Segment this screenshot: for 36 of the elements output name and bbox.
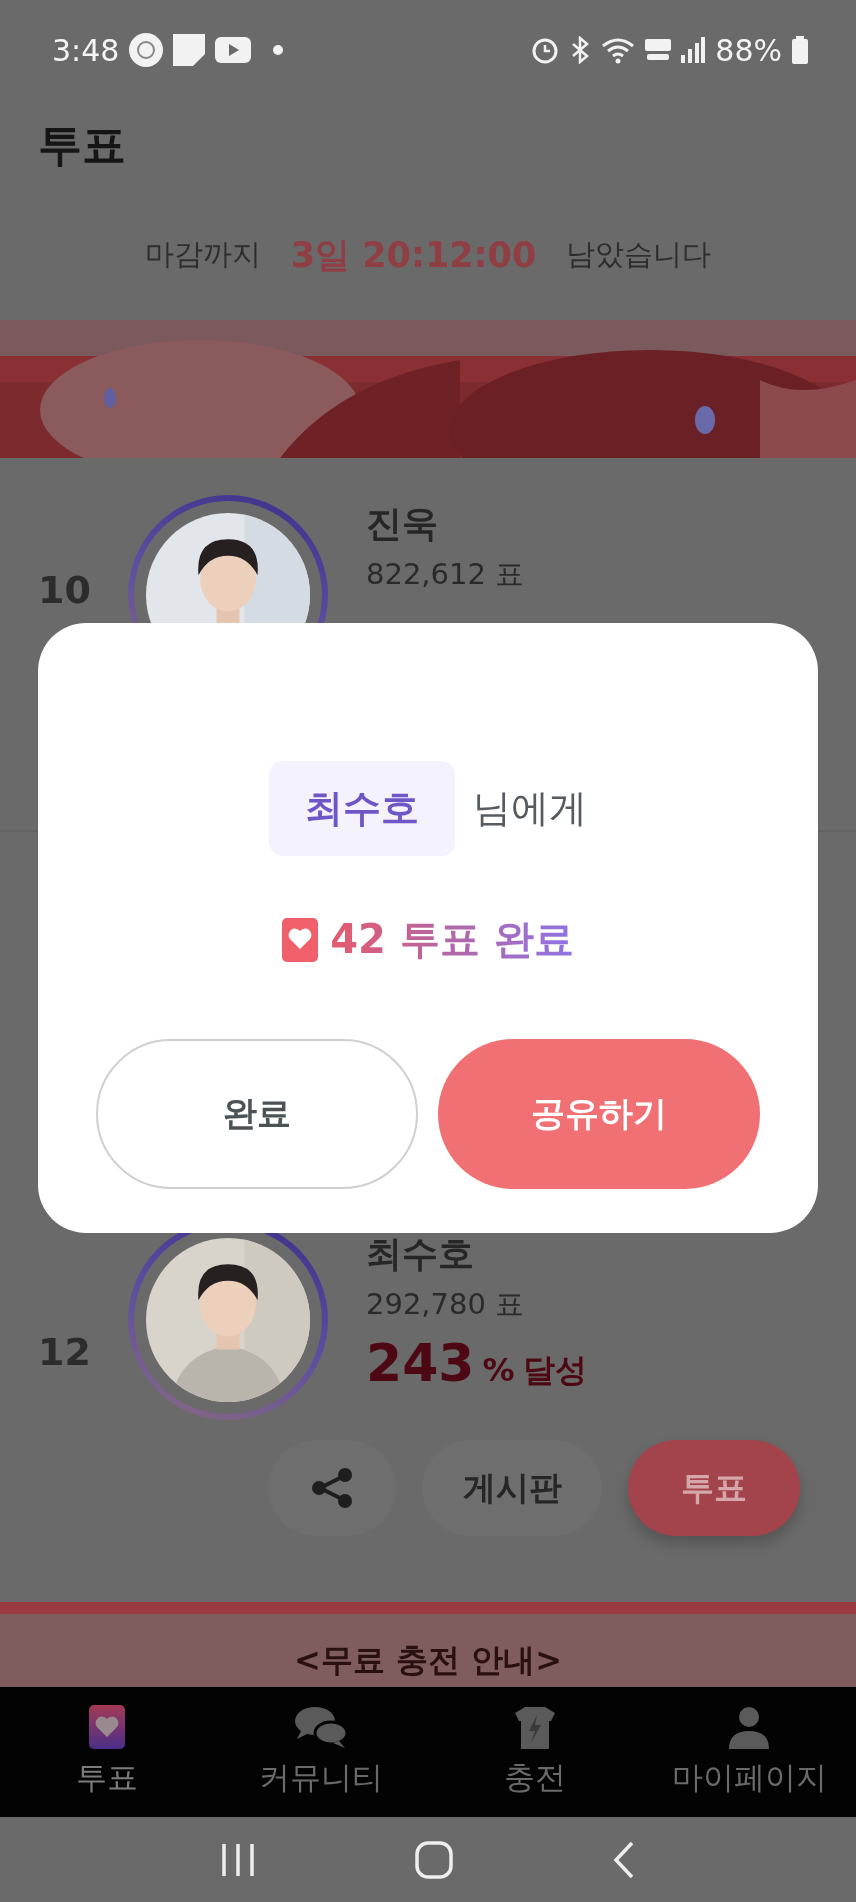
page-title: 투표 (38, 117, 126, 172)
battery-icon (792, 36, 808, 64)
note-icon (173, 34, 206, 66)
home-button[interactable] (414, 1839, 454, 1880)
wifi-icon (601, 36, 636, 64)
vote-count: 822,612 표 (366, 556, 525, 593)
candidate-name: 최수호 (366, 1232, 475, 1276)
notice-title: <무료 충전 안내> (294, 1640, 562, 1681)
deadline-label: 마감까지 (144, 236, 261, 273)
nav-tab[interactable]: 충전 (428, 1687, 642, 1817)
percent-sign: % (482, 1351, 515, 1389)
vote-button[interactable]: 투표 (628, 1440, 800, 1536)
signal-icon (681, 37, 706, 63)
battery-percent: 88% (715, 32, 782, 68)
nav-tab[interactable]: 커뮤니티 (214, 1687, 428, 1817)
hd-voice-icon (645, 37, 672, 63)
lock-app-icon (129, 33, 164, 67)
nav-tab[interactable]: 투표 (0, 1687, 214, 1817)
nav-tab[interactable]: 마이페이지 (642, 1687, 856, 1817)
achievement-percent: 243 (366, 1333, 475, 1393)
status-time: 3:48 (52, 32, 120, 68)
alarm-icon (531, 36, 560, 64)
dot-icon (273, 45, 284, 55)
vote-count: 292,780 표 (366, 1286, 526, 1323)
recipient-name: 최수호 (269, 761, 455, 856)
deadline-suffix: 남았습니다 (566, 236, 712, 273)
candidate-name: 진욱 (366, 502, 439, 546)
done-button[interactable]: 완료 (96, 1039, 418, 1189)
rank-number: 12 (38, 1330, 92, 1374)
share-button[interactable]: 공유하기 (438, 1039, 760, 1189)
achievement-label: 달성 (522, 1350, 587, 1391)
board-button[interactable]: 게시판 (422, 1440, 602, 1536)
share-icon (310, 1468, 354, 1508)
play-icon (215, 37, 252, 63)
rank-number: 10 (38, 568, 92, 612)
recipient-suffix: 님에게 (473, 785, 587, 832)
